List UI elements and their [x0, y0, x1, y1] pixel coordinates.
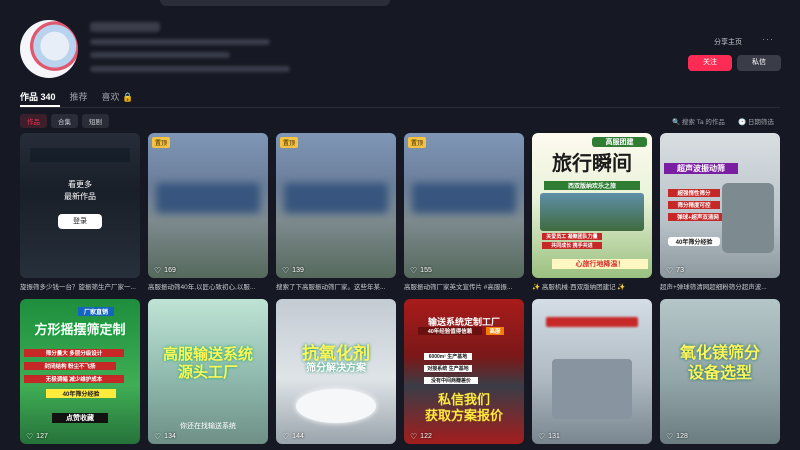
heart-icon: ♡ — [538, 432, 546, 441]
pinned-badge: 置顶 — [408, 137, 427, 148]
heart-icon: ♡ — [154, 266, 162, 275]
heart-icon: ♡ — [154, 432, 162, 441]
like-count: ♡ 144 — [282, 432, 304, 441]
heart-icon: ♡ — [26, 432, 34, 441]
tabs-divider — [20, 107, 780, 108]
profile-tabs: 作品 340 推荐 喜欢 🔒 — [20, 90, 133, 106]
heart-icon: ♡ — [282, 266, 290, 275]
avatar[interactable] — [20, 20, 78, 78]
profile-header: 分享主页 ··· — [20, 16, 780, 86]
tab-works[interactable]: 作品 340 — [20, 90, 56, 106]
chip-short-dramas[interactable]: 短剧 — [82, 114, 109, 128]
heart-icon: ♡ — [282, 432, 290, 441]
filter-chips: 作品 合集 短剧 — [20, 114, 109, 128]
login-prompt-line1: 看更多 — [68, 180, 92, 189]
like-count: ♡ 139 — [282, 266, 304, 275]
heart-icon: ♡ — [410, 266, 418, 275]
chip-collections[interactable]: 合集 — [51, 114, 78, 128]
user-bio-blurred — [90, 66, 290, 72]
video-thumbnail[interactable]: 看更多 最新作品 登录 — [20, 133, 140, 278]
video-thumbnail[interactable]: 输送系统定制工厂 40年经验值得信赖 高服 6000m² 生产基地 对接系统 生… — [404, 299, 524, 444]
chip-works[interactable]: 作品 — [20, 114, 47, 128]
video-thumbnail[interactable]: 置顶 ♡ 139 — [276, 133, 396, 278]
heart-icon: ♡ — [666, 432, 674, 441]
like-count: ♡ 122 — [410, 432, 432, 441]
video-thumbnail[interactable]: 高服输送系统 源头工厂 你还在找输送系统 ♡ 134 — [148, 299, 268, 444]
video-thumbnail[interactable]: 抗氧化剂 筛分解决方案 ♡ 144 — [276, 299, 396, 444]
user-id-blurred — [90, 52, 230, 58]
like-count: ♡ 155 — [410, 266, 432, 275]
search-works-input[interactable]: 🔍 搜索 Ta 的作品 — [672, 116, 725, 126]
video-caption[interactable]: 超声+弹球筛清网超细粉筛分超声波... — [660, 281, 790, 291]
follow-button[interactable]: 关注 — [688, 55, 732, 71]
user-stats-blurred — [90, 39, 270, 45]
video-thumbnail[interactable]: ♡ 131 — [532, 299, 652, 444]
video-thumbnail[interactable]: 厂家直销 方形摇摆筛定制 筛分量大 多层分级设计 封闭结构 粉尘不飞扬 无极调幅… — [20, 299, 140, 444]
like-count: ♡ 127 — [26, 432, 48, 441]
login-prompt-line2: 最新作品 — [64, 192, 96, 201]
video-caption[interactable]: 搜索了下高服振动筛厂家。这些年某... — [276, 281, 406, 291]
like-count: ♡ 169 — [154, 266, 176, 275]
video-thumbnail[interactable]: 氧化镁筛分 设备选型 ♡ 128 — [660, 299, 780, 444]
more-dots-icon[interactable]: ··· — [762, 34, 774, 44]
video-thumbnail[interactable]: 超声波振动筛 超强惰性筛分 筛分精度可控 弹球+超声双清网 40年筛分经验 ♡ 7… — [660, 133, 780, 278]
heart-icon: ♡ — [410, 432, 418, 441]
like-count: ♡ 73 — [666, 266, 684, 275]
video-caption[interactable]: 旋振筛多少钱一台？旋振筛生产厂家一... — [20, 281, 150, 291]
video-caption[interactable]: 高服振动筛厂家英文宣传片 #高服振... — [404, 281, 534, 291]
tab-likes[interactable]: 喜欢 🔒 — [102, 90, 134, 106]
like-count: ♡ 128 — [666, 432, 688, 441]
pinned-badge: 置顶 — [280, 137, 299, 148]
video-thumbnail[interactable]: 置顶 ♡ 155 — [404, 133, 524, 278]
pinned-badge: 置顶 — [152, 137, 171, 148]
like-count: ♡ 134 — [154, 432, 176, 441]
video-caption[interactable]: 高服振动筛40年,以匠心致初心,以服... — [148, 281, 278, 291]
share-profile-link[interactable]: 分享主页 — [714, 37, 742, 47]
login-button[interactable]: 登录 — [58, 214, 102, 229]
message-button[interactable]: 私信 — [737, 55, 781, 71]
username-blurred — [90, 22, 160, 32]
video-thumbnail[interactable]: 置顶 ♡ 169 — [148, 133, 268, 278]
like-count: ♡ 131 — [538, 432, 560, 441]
top-search-bar-edge[interactable] — [160, 0, 390, 6]
video-thumbnail[interactable]: 高服团建 旅行瞬间 西双版纳欢乐之旅 关爱员工 凝聚团队力量 共同成长 携手共进… — [532, 133, 652, 278]
video-caption[interactable]: ✨ 高服机械·西双版纳团建记 ✨ — [532, 281, 662, 291]
tab-recommend[interactable]: 推荐 — [70, 90, 88, 106]
date-filter-button[interactable]: 🕒 日期筛选 — [738, 116, 774, 126]
heart-icon: ♡ — [666, 266, 674, 275]
